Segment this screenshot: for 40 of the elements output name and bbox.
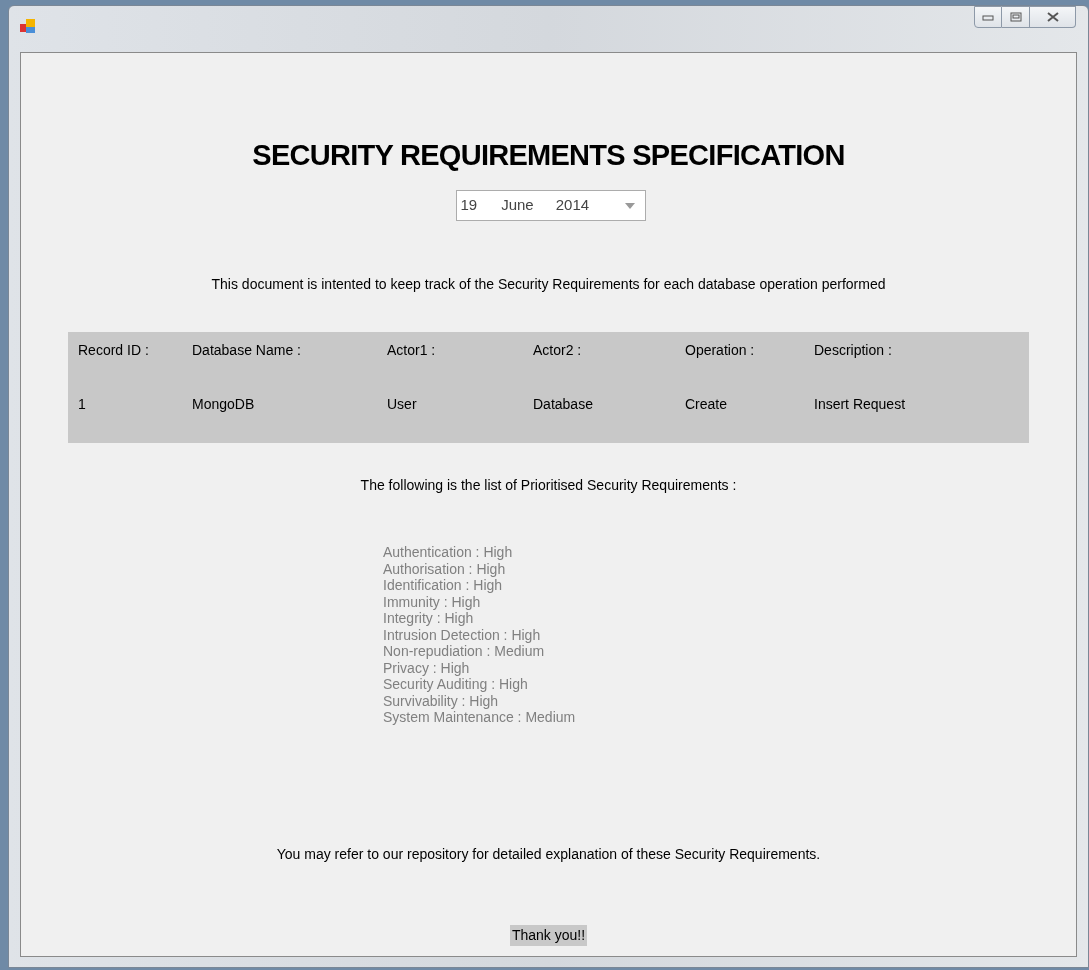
requirement-item: Integrity : High — [383, 610, 475, 627]
requirement-item: Authorisation : High — [383, 560, 507, 577]
minimize-icon — [982, 13, 994, 21]
requirement-item: Immunity : High — [383, 593, 482, 610]
column-label: Actor1 : — [387, 341, 437, 360]
record-value: MongoDB — [192, 395, 256, 414]
date-picker[interactable]: 19 June 2014 — [455, 190, 646, 221]
requirement-item: Privacy : High — [383, 659, 471, 676]
year-text: 2014 — [555, 195, 590, 216]
list-heading: The following is the list of Prioritised Security Requirements : — [360, 476, 737, 495]
intro-text: This document is intented to keep track of the Security Requirements for each database operation performed — [211, 275, 886, 294]
requirement-item: System Maintenance : Medium — [383, 709, 576, 726]
record-value: Insert Request — [814, 395, 907, 414]
requirement-item: Survivability : High — [383, 692, 500, 709]
close-button[interactable] — [1030, 6, 1076, 28]
footer-text: You may refer to our repository for detailed explanation of these Security Requirements. — [276, 844, 821, 864]
form-title: SECURITY REQUIREMENTS SPECIFICATION — [252, 141, 845, 170]
requirement-item: Identification : High — [383, 577, 504, 594]
record-value: Database — [533, 395, 594, 414]
app-icon — [20, 18, 36, 34]
column-label: Description : — [814, 341, 893, 360]
requirement-item: Non-repudiation : Medium — [383, 643, 546, 660]
column-label: Database Name : — [192, 341, 302, 360]
column-label: Actor2 : — [533, 341, 583, 360]
close-icon — [1045, 12, 1060, 22]
day-text: 19 — [460, 195, 478, 216]
column-label: Record ID : — [78, 341, 150, 360]
dropdown-arrow-icon — [624, 202, 635, 209]
maximize-icon — [1009, 12, 1022, 22]
requirement-item: Security Auditing : High — [383, 676, 529, 693]
thank-you-label: Thank you!! — [509, 924, 588, 946]
record-value: 1 — [78, 395, 87, 414]
column-label: Operation : — [685, 341, 756, 360]
maximize-button[interactable] — [1002, 6, 1030, 28]
month-text: June — [501, 195, 534, 216]
requirement-item: Authentication : High — [383, 544, 514, 561]
record-value: Create — [685, 395, 729, 414]
requirement-item: Intrusion Detection : High — [383, 626, 542, 643]
minimize-button[interactable] — [974, 6, 1002, 28]
record-value: User — [387, 395, 418, 414]
